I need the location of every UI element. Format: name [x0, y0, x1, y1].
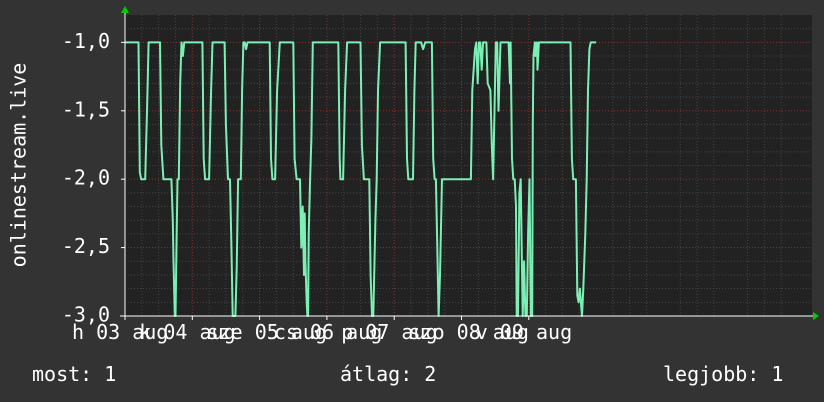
y-tick-label: -2,0	[62, 166, 110, 190]
y-tick-label: -2,5	[62, 234, 110, 258]
y-axis-ticks: -1,0-1,5-2,0-2,5-3,0	[62, 29, 125, 327]
x-axis-ticks: h 03 augk 04 augsze 05 augcs 06 augp 07 …	[72, 316, 572, 344]
stat-current: most: 1	[32, 362, 117, 386]
y-axis-arrow	[121, 6, 129, 13]
x-tick-label: v 09 aug	[476, 320, 572, 344]
y-tick-label: -1,0	[62, 29, 110, 53]
stat-average: átlag: 2	[340, 362, 437, 386]
stat-best: legjobb: 1	[663, 362, 784, 386]
x-axis-arrow	[813, 312, 819, 320]
chart: -1,0-1,5-2,0-2,5-3,0 h 03 augk 04 augsze…	[7, 6, 819, 344]
y-tick-label: -1,5	[62, 97, 110, 121]
y-axis-label: onlinestream.live	[7, 63, 31, 268]
